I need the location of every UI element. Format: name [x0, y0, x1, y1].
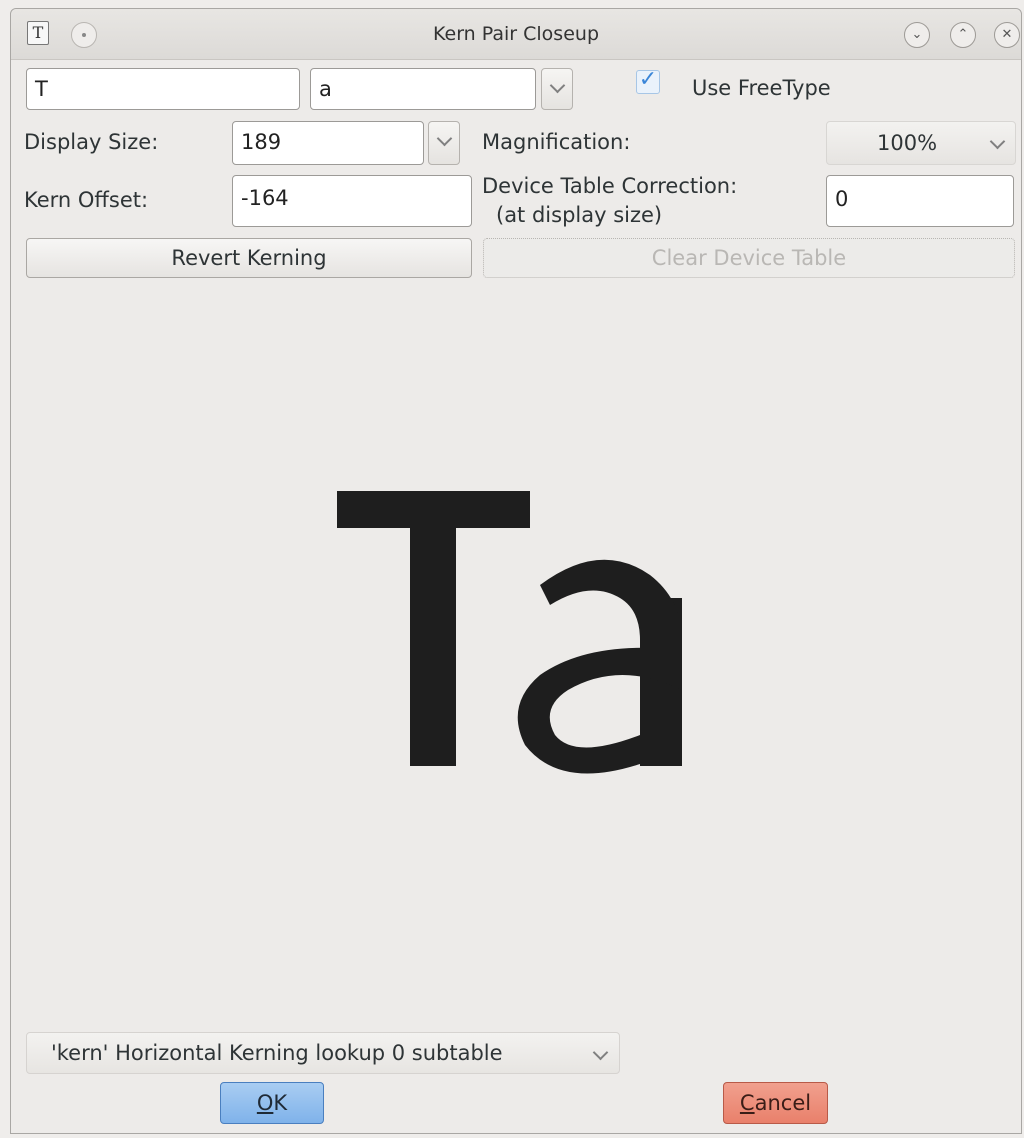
kern-preview-canvas	[337, 491, 682, 774]
cancel-button[interactable]: Cancel	[723, 1082, 828, 1124]
ok-button[interactable]: OK	[220, 1082, 324, 1124]
lookup-subtable-value: 'kern' Horizontal Kerning lookup 0 subta…	[51, 1041, 503, 1065]
ok-label-rest: K	[273, 1091, 288, 1115]
cancel-mnemonic: C	[739, 1091, 755, 1115]
lookup-subtable-select[interactable]: 'kern' Horizontal Kerning lookup 0 subta…	[26, 1032, 620, 1074]
glyph-a	[517, 559, 682, 774]
chevron-down-icon	[592, 1044, 609, 1061]
glyph-T	[337, 491, 530, 766]
ok-mnemonic: O	[256, 1091, 274, 1115]
cancel-label-rest: ancel	[754, 1091, 812, 1115]
